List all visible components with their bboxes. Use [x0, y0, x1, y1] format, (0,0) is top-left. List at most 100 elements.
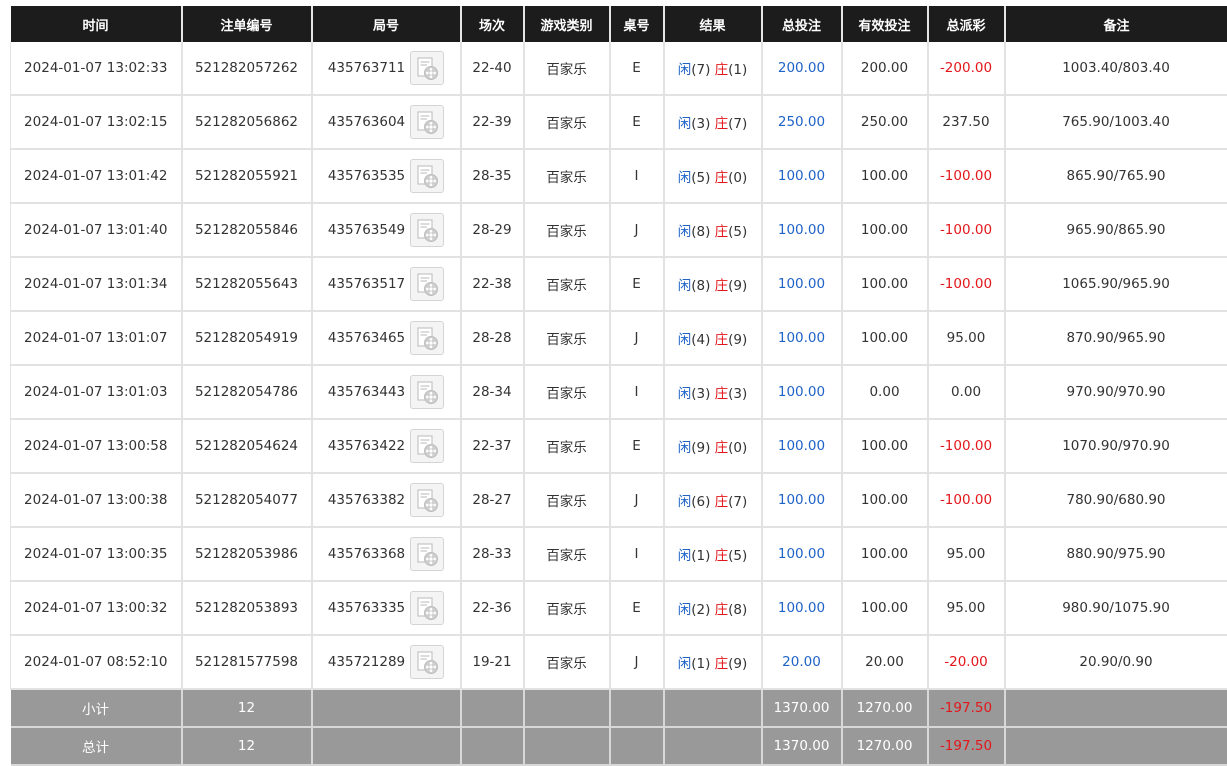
cell-time: 2024-01-07 13:00:32: [11, 581, 182, 635]
cell-total-payout: 95.00: [928, 311, 1005, 365]
video-replay-icon[interactable]: [410, 483, 444, 517]
cell-round-id: 435763535: [312, 149, 461, 203]
table-row: 2024-01-07 13:01:34 521282055643 4357635…: [11, 257, 1227, 311]
cell-result: 闲(3) 庄(3): [664, 365, 762, 419]
total-label: 总计: [11, 727, 182, 765]
player-score: (8): [691, 278, 710, 294]
cell-total-payout: 95.00: [928, 527, 1005, 581]
col-header-order-id[interactable]: 注单编号: [182, 6, 312, 42]
cell-order-id: 521282056862: [182, 95, 312, 149]
player-label: 闲: [678, 548, 692, 564]
col-header-remark[interactable]: 备注: [1005, 6, 1227, 42]
cell-table-no: E: [610, 42, 664, 95]
cell-game-type: 百家乐: [524, 95, 610, 149]
total-empty-cell: [664, 727, 762, 765]
table-row: 2024-01-07 13:00:38 521282054077 4357633…: [11, 473, 1227, 527]
video-replay-icon[interactable]: [410, 159, 444, 193]
video-replay-icon[interactable]: [410, 429, 444, 463]
cell-round-id: 435763382: [312, 473, 461, 527]
total-empty-cell: [1005, 727, 1227, 765]
player-label: 闲: [678, 116, 692, 132]
cell-total-payout: -200.00: [928, 42, 1005, 95]
col-header-game-type[interactable]: 游戏类别: [524, 6, 610, 42]
round-id-text: 435763443: [328, 384, 405, 400]
cell-remark: 965.90/865.90: [1005, 203, 1227, 257]
cell-total-payout: 0.00: [928, 365, 1005, 419]
cell-result: 闲(3) 庄(7): [664, 95, 762, 149]
cell-order-id: 521282055643: [182, 257, 312, 311]
banker-score: (0): [728, 440, 747, 456]
cell-round-id: 435763335: [312, 581, 461, 635]
player-label: 闲: [678, 170, 692, 186]
cell-total-bet: 250.00: [762, 95, 842, 149]
player-label: 闲: [678, 440, 692, 456]
video-replay-icon[interactable]: [410, 375, 444, 409]
round-id-text: 435763382: [328, 492, 405, 508]
banker-label: 庄: [715, 386, 729, 402]
cell-total-payout: 237.50: [928, 95, 1005, 149]
banker-score: (9): [728, 278, 747, 294]
cell-order-id: 521282054786: [182, 365, 312, 419]
cell-time: 2024-01-07 13:02:15: [11, 95, 182, 149]
banker-score: (1): [728, 62, 747, 78]
round-id-text: 435721289: [328, 654, 405, 670]
cell-valid-bet: 100.00: [842, 149, 928, 203]
cell-round-id: 435763422: [312, 419, 461, 473]
table-row: 2024-01-07 13:02:33 521282057262 4357637…: [11, 42, 1227, 95]
banker-label: 庄: [715, 440, 729, 456]
cell-session: 22-36: [461, 581, 524, 635]
banker-label: 庄: [715, 548, 729, 564]
video-replay-icon[interactable]: [410, 591, 444, 625]
cell-session: 28-29: [461, 203, 524, 257]
table-row: 2024-01-07 13:00:35 521282053986 4357633…: [11, 527, 1227, 581]
col-header-session[interactable]: 场次: [461, 6, 524, 42]
video-replay-icon[interactable]: [410, 105, 444, 139]
cell-round-id: 435763465: [312, 311, 461, 365]
table-row: 2024-01-07 13:01:40 521282055846 4357635…: [11, 203, 1227, 257]
total-payout: -197.50: [928, 727, 1005, 765]
col-header-total-bet[interactable]: 总投注: [762, 6, 842, 42]
player-score: (8): [691, 224, 710, 240]
subtotal-empty-cell: [524, 689, 610, 727]
player-score: (2): [691, 602, 710, 618]
video-replay-icon[interactable]: [410, 51, 444, 85]
video-replay-icon[interactable]: [410, 267, 444, 301]
subtotal-bet: 1370.00: [762, 689, 842, 727]
cell-total-bet: 100.00: [762, 365, 842, 419]
col-header-total-payout[interactable]: 总派彩: [928, 6, 1005, 42]
video-replay-icon[interactable]: [410, 537, 444, 571]
cell-valid-bet: 100.00: [842, 473, 928, 527]
cell-valid-bet: 100.00: [842, 203, 928, 257]
round-id-text: 435763368: [328, 546, 405, 562]
cell-table-no: E: [610, 95, 664, 149]
cell-time: 2024-01-07 13:01:34: [11, 257, 182, 311]
cell-total-payout: -100.00: [928, 257, 1005, 311]
video-replay-icon[interactable]: [410, 645, 444, 679]
video-replay-icon[interactable]: [410, 321, 444, 355]
col-header-valid-bet[interactable]: 有效投注: [842, 6, 928, 42]
round-id-text: 435763517: [328, 276, 405, 292]
player-score: (3): [691, 116, 710, 132]
col-header-table-no[interactable]: 桌号: [610, 6, 664, 42]
cell-result: 闲(1) 庄(5): [664, 527, 762, 581]
col-header-time[interactable]: 时间: [11, 6, 182, 42]
cell-table-no: J: [610, 473, 664, 527]
cell-round-id: 435763549: [312, 203, 461, 257]
player-label: 闲: [678, 386, 692, 402]
cell-session: 28-28: [461, 311, 524, 365]
video-replay-icon[interactable]: [410, 213, 444, 247]
subtotal-empty-cell: [312, 689, 461, 727]
player-label: 闲: [678, 602, 692, 618]
cell-round-id: 435763517: [312, 257, 461, 311]
banker-label: 庄: [715, 494, 729, 510]
table-row: 2024-01-07 13:00:32 521282053893 4357633…: [11, 581, 1227, 635]
cell-order-id: 521282053893: [182, 581, 312, 635]
col-header-round-id[interactable]: 局号: [312, 6, 461, 42]
cell-valid-bet: 200.00: [842, 42, 928, 95]
subtotal-label: 小计: [11, 689, 182, 727]
cell-total-bet: 100.00: [762, 581, 842, 635]
cell-total-payout: 95.00: [928, 581, 1005, 635]
col-header-result[interactable]: 结果: [664, 6, 762, 42]
table-row: 2024-01-07 13:02:15 521282056862 4357636…: [11, 95, 1227, 149]
subtotal-count: 12: [182, 689, 312, 727]
